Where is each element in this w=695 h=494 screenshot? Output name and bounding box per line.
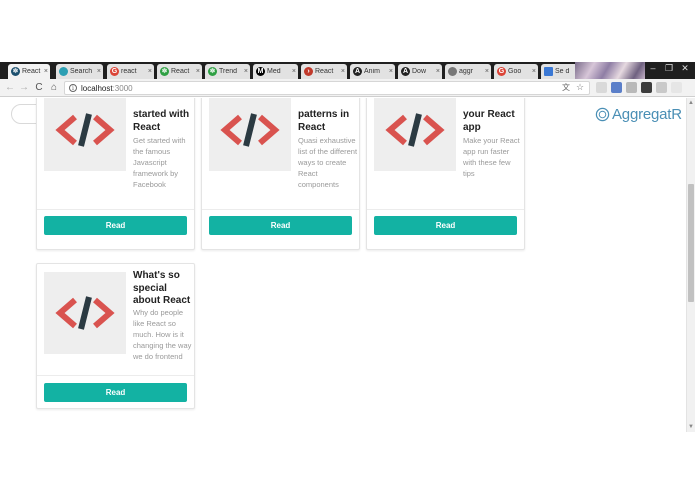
read-button[interactable]: Read <box>44 383 187 402</box>
article-thumbnail <box>44 272 126 354</box>
tab-react[interactable]: ⚛ React × <box>8 64 50 79</box>
read-button[interactable]: Read <box>44 216 187 235</box>
article-title: patterns in React <box>298 109 350 133</box>
brand-name: AggregatR <box>612 105 682 123</box>
tab-close-icon[interactable]: × <box>196 68 200 75</box>
letter-a-icon: A <box>401 67 410 76</box>
article-thumbnail <box>209 98 291 171</box>
bookmark-star-icon[interactable]: ☆ <box>575 82 585 93</box>
article-thumbnail <box>374 98 456 171</box>
tab-close-icon[interactable]: × <box>97 68 101 75</box>
page-scrollbar[interactable]: ▲ ▼ <box>686 98 695 432</box>
card-divider <box>202 209 359 210</box>
article-description: Why do people like React so much. How is… <box>133 308 192 361</box>
tab-google-react[interactable]: G react × <box>107 64 154 79</box>
tab-aggr[interactable]: aggr × <box>445 64 491 79</box>
read-button[interactable]: Read <box>209 216 352 235</box>
article-card: your React app Make your React app run f… <box>366 98 525 250</box>
letter-a-icon: A <box>353 67 362 76</box>
tab-close-icon[interactable]: × <box>244 68 248 75</box>
article-description: Make your React app run faster with thes… <box>463 136 520 178</box>
code-brackets-icon <box>385 113 445 147</box>
article-title: What's so special about React <box>133 270 191 306</box>
tab-close-icon[interactable]: × <box>389 68 393 75</box>
react-atom-icon: ⚛ <box>11 67 20 76</box>
medium-icon: M <box>256 67 265 76</box>
tab-close-icon[interactable]: × <box>485 68 489 75</box>
card-divider <box>37 375 194 376</box>
tab-react-green[interactable]: ⚛ React × <box>157 64 202 79</box>
windows-icon <box>544 67 553 76</box>
search-engine-icon <box>59 67 68 76</box>
tab-strip: ⚛ React × Search × G react × ⚛ React × ⚛… <box>0 62 695 79</box>
maximize-button[interactable]: ❐ <box>661 62 677 75</box>
react-green-icon: ⚛ <box>160 67 169 76</box>
scroll-up-arrow-icon[interactable]: ▲ <box>687 99 695 107</box>
tab-close-icon[interactable]: × <box>148 68 152 75</box>
article-description: Quasi exhaustive list of the different w… <box>298 136 358 189</box>
home-button[interactable]: ⌂ <box>48 81 60 94</box>
article-card: started with React Get started with the … <box>36 98 195 250</box>
extension-puzzle-icon[interactable] <box>596 82 607 93</box>
trends-icon: ⚛ <box>208 67 217 76</box>
card-divider <box>367 209 524 210</box>
reload-button[interactable]: C <box>33 81 45 94</box>
forward-button[interactable]: → <box>18 81 30 94</box>
tab-close-icon[interactable]: × <box>532 68 536 75</box>
tab-search[interactable]: Search × <box>56 64 103 79</box>
tab-react-red[interactable]: › React × <box>301 64 347 79</box>
scrollbar-thumb[interactable] <box>688 184 694 302</box>
article-title: your React app <box>463 109 515 133</box>
article-card: patterns in React Quasi exhaustive list … <box>201 98 360 250</box>
article-description: Get started with the famous Javascript f… <box>133 136 186 189</box>
minimize-button[interactable]: – <box>645 62 661 75</box>
aggregatr-logo-icon <box>595 107 610 121</box>
url-text[interactable]: localhost:3000 <box>81 83 133 94</box>
blank-page-icon <box>448 67 457 76</box>
tab-close-icon[interactable]: × <box>44 68 48 75</box>
tab-trends[interactable]: ⚛ Trend × <box>205 64 250 79</box>
code-brackets-icon <box>55 296 115 330</box>
card-divider <box>37 209 194 210</box>
extension-list-icon[interactable] <box>626 82 637 93</box>
tab-close-icon[interactable]: × <box>436 68 440 75</box>
tab-close-icon[interactable]: × <box>292 68 296 75</box>
tab-dow[interactable]: A Dow × <box>398 64 442 79</box>
extension-gray-icon[interactable] <box>656 82 667 93</box>
google-icon: G <box>110 67 119 76</box>
extension-menu-icon[interactable] <box>671 82 682 93</box>
article-card: What's so special about React Why do peo… <box>36 263 195 409</box>
address-bar[interactable]: i localhost:3000 文 ☆ <box>64 81 590 95</box>
read-button[interactable]: Read <box>374 216 517 235</box>
code-brackets-icon <box>55 113 115 147</box>
react-red-icon: › <box>304 67 313 76</box>
theme-artwork <box>575 62 645 79</box>
extension-doc-icon[interactable] <box>611 82 622 93</box>
brand-logo[interactable]: AggregatR <box>595 105 682 123</box>
google-icon: G <box>497 67 506 76</box>
browser-toolbar: ← → C ⌂ i localhost:3000 文 ☆ <box>0 79 695 97</box>
tab-medium[interactable]: M Med × <box>253 64 298 79</box>
browser-window: ⚛ React × Search × G react × ⚛ React × ⚛… <box>0 0 695 494</box>
page-viewport: AggregatR started with React Get started… <box>0 98 686 432</box>
code-brackets-icon <box>220 113 280 147</box>
tab-anim[interactable]: A Anim × <box>350 64 395 79</box>
extension-dark-icon[interactable] <box>641 82 652 93</box>
article-title: started with React <box>133 109 190 133</box>
back-button[interactable]: ← <box>4 81 16 94</box>
translate-icon[interactable]: 文 <box>561 83 571 93</box>
article-thumbnail <box>44 98 126 171</box>
info-icon[interactable]: i <box>69 84 77 92</box>
tab-close-icon[interactable]: × <box>341 68 345 75</box>
scroll-down-arrow-icon[interactable]: ▼ <box>687 423 695 431</box>
tab-google[interactable]: G Goo × <box>494 64 538 79</box>
close-window-button[interactable]: ✕ <box>677 62 693 75</box>
